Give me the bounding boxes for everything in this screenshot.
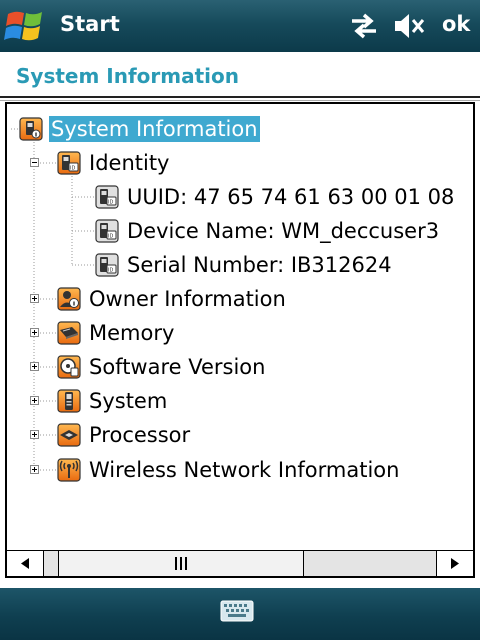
- header-divider: [0, 96, 480, 98]
- processor-icon: [57, 423, 81, 447]
- arrow-right-icon: [451, 558, 459, 569]
- tree-node-label: Owner Information: [89, 287, 286, 311]
- scrollbar-thumb[interactable]: [58, 551, 304, 576]
- tree-node-system[interactable]: System: [57, 386, 169, 416]
- tree-node-label: Processor: [89, 423, 191, 447]
- tree-node-label: Software Version: [89, 355, 266, 379]
- software-version-icon: [57, 355, 81, 379]
- svg-text:ID: ID: [70, 166, 75, 172]
- svg-text:ID: ID: [108, 234, 113, 240]
- tree-node-system-information[interactable]: System Information: [19, 114, 260, 144]
- system-info-icon: [19, 117, 43, 141]
- expand-toggle-software-version[interactable]: [30, 362, 39, 371]
- keyboard-icon[interactable]: [220, 600, 254, 622]
- app-title[interactable]: Start: [60, 12, 120, 36]
- grip-icon: [175, 557, 187, 570]
- system-icon: [57, 389, 81, 413]
- tree-node-label: Serial Number: IB312624: [127, 253, 392, 277]
- connectivity-icon[interactable]: [348, 12, 380, 40]
- windows-start-logo-icon[interactable]: [4, 4, 50, 48]
- wireless-icon: [57, 458, 81, 482]
- owner-info-icon: [57, 287, 81, 311]
- title-bar: Start ok: [0, 0, 480, 52]
- id-card-icon: ID: [95, 219, 119, 243]
- id-card-icon: ID: [95, 253, 119, 277]
- horizontal-scrollbar[interactable]: [7, 550, 473, 576]
- tree-node-label: Memory: [89, 321, 175, 345]
- expand-toggle-wireless-network-information[interactable]: [30, 465, 39, 474]
- volume-muted-icon[interactable]: [392, 10, 426, 42]
- id-card-icon: ID: [95, 185, 119, 209]
- arrow-left-icon: [21, 558, 29, 569]
- identity-icon: ID: [57, 151, 81, 175]
- collapse-toggle-identity[interactable]: [30, 158, 39, 167]
- tree-node-uuid[interactable]: ID UUID: 47 65 74 61 63 00 01 08: [95, 182, 456, 212]
- memory-icon: [57, 321, 81, 345]
- scroll-right-button[interactable]: [436, 551, 473, 576]
- soft-key-bar: [0, 588, 480, 640]
- scrollbar-track[interactable]: [44, 551, 436, 576]
- expand-toggle-memory[interactable]: [30, 328, 39, 337]
- expand-toggle-owner-information[interactable]: [30, 294, 39, 303]
- tree-node-label: Identity: [89, 151, 170, 175]
- tree-node-label: System Information: [49, 116, 260, 142]
- expand-toggle-processor[interactable]: [30, 430, 39, 439]
- tree-node-device-name[interactable]: ID Device Name: WM_deccuser3: [95, 216, 441, 246]
- svg-text:ID: ID: [108, 200, 113, 206]
- scroll-left-button[interactable]: [7, 551, 44, 576]
- header-divider-light: [0, 100, 480, 101]
- tree-node-label: Wireless Network Information: [89, 458, 400, 482]
- page-title: System Information: [16, 64, 239, 88]
- tree-node-software-version[interactable]: Software Version: [57, 352, 267, 382]
- tree-node-identity[interactable]: ID Identity: [57, 148, 171, 178]
- tree-node-label: Device Name: WM_deccuser3: [127, 219, 440, 243]
- tree-node-label: System: [89, 389, 168, 413]
- tree-node-owner-information[interactable]: Owner Information: [57, 284, 288, 314]
- tree-node-memory[interactable]: Memory: [57, 318, 176, 348]
- expand-toggle-system[interactable]: [30, 396, 39, 405]
- tree-node-label: UUID: 47 65 74 61 63 00 01 08: [127, 185, 455, 209]
- svg-text:ID: ID: [108, 268, 113, 274]
- tree-node-processor[interactable]: Processor: [57, 420, 192, 450]
- tree-node-wireless-network-information[interactable]: Wireless Network Information: [57, 455, 401, 485]
- tree-node-serial-number[interactable]: ID Serial Number: IB312624: [95, 250, 394, 280]
- tree-view[interactable]: System Information ID Identity ID UUID: …: [5, 102, 475, 578]
- ok-button[interactable]: ok: [442, 12, 470, 36]
